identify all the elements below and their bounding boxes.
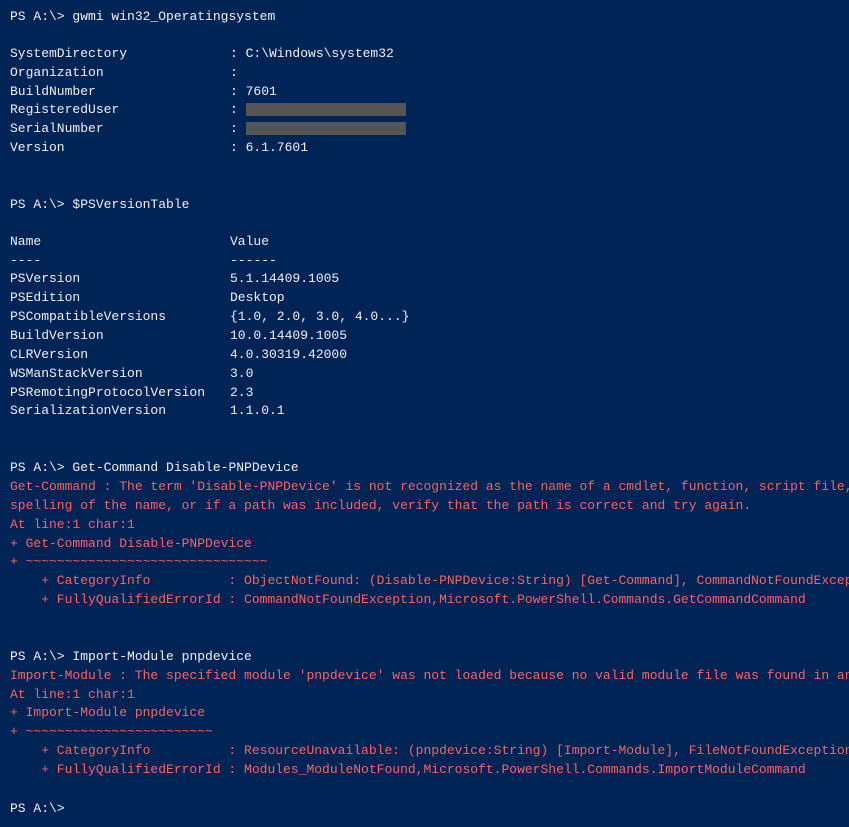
error2-line2: At line:1 char:1: [10, 686, 839, 705]
ps-clrver: CLRVersion4.0.30319.42000: [10, 346, 839, 365]
ps-psedition: PSEditionDesktop: [10, 289, 839, 308]
build-line: BuildNumber: 7601: [10, 83, 839, 102]
cmd1-prompt: PS A:\> gwmi win32_Operatingsystem: [10, 8, 839, 27]
ps-remotingver: PSRemotingProtocolVersion2.3: [10, 384, 839, 403]
pstable-sep: ----------: [10, 252, 839, 271]
error2-line5: + CategoryInfo : ResourceUnavailable: (p…: [10, 742, 839, 761]
pstable-section: NameValue ---------- PSVersion5.1.14409.…: [10, 233, 839, 421]
ps-buildver: BuildVersion10.0.14409.1005: [10, 327, 839, 346]
redacted-user: [246, 103, 406, 116]
error1-line1: Get-Command : The term 'Disable-PNPDevic…: [10, 478, 839, 497]
error2-line6: + FullyQualifiedErrorId : Modules_Module…: [10, 761, 839, 780]
error1-line3: At line:1 char:1: [10, 516, 839, 535]
error2-section: Import-Module : The specified module 'pn…: [10, 667, 839, 780]
error1-line4: + Get-Command Disable-PNPDevice: [10, 535, 839, 554]
error1-section: Get-Command : The term 'Disable-PNPDevic…: [10, 478, 839, 610]
error2-line3: + Import-Module pnpdevice: [10, 704, 839, 723]
cmd3-prompt: PS A:\> Get-Command Disable-PNPDevice: [10, 459, 839, 478]
ps-wsmanver: WSManStackVersion3.0: [10, 365, 839, 384]
cmd4-prompt: PS A:\> Import-Module pnpdevice: [10, 648, 839, 667]
error2-line1: Import-Module : The specified module 'pn…: [10, 667, 839, 686]
ps-psversion: PSVersion5.1.14409.1005: [10, 270, 839, 289]
pstable-header: NameValue: [10, 233, 839, 252]
cmd5-prompt[interactable]: PS A:\>: [10, 800, 839, 819]
error1-line5: + ~~~~~~~~~~~~~~~~~~~~~~~~~~~~~~~: [10, 553, 839, 572]
error2-line4: + ~~~~~~~~~~~~~~~~~~~~~~~~: [10, 723, 839, 742]
terminal-window: PS A:\> gwmi win32_Operatingsystem Syste…: [10, 8, 839, 819]
serial-line: SerialNumber:: [10, 120, 839, 139]
error1-line6: + CategoryInfo : ObjectNotFound: (Disabl…: [10, 572, 839, 591]
error1-line2: spelling of the name, or if a path was i…: [10, 497, 839, 516]
org-line: Organization:: [10, 64, 839, 83]
error1-line7: + FullyQualifiedErrorId : CommandNotFoun…: [10, 591, 839, 610]
version-line: Version: 6.1.7601: [10, 139, 839, 158]
sysinfo-section: SystemDirectory: C:\Windows\system32 Org…: [10, 45, 839, 158]
sysdir-line: SystemDirectory: C:\Windows\system32: [10, 45, 839, 64]
ps-compatver: PSCompatibleVersions{1.0, 2.0, 3.0, 4.0.…: [10, 308, 839, 327]
ps-serializationver: SerializationVersion1.1.0.1: [10, 402, 839, 421]
redacted-serial: [246, 122, 406, 135]
reguser-line: RegisteredUser:: [10, 101, 839, 120]
cmd2-prompt: PS A:\> $PSVersionTable: [10, 196, 839, 215]
